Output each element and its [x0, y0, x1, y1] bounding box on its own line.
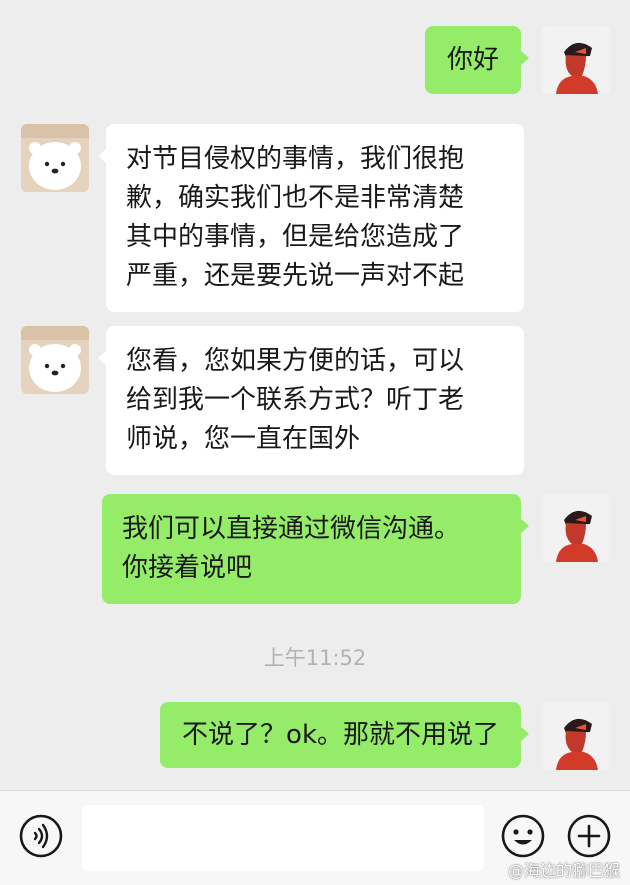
emoji-button[interactable]: [500, 813, 546, 859]
contact-avatar[interactable]: [21, 326, 89, 394]
message-bubble[interactable]: 我们可以直接通过微信沟通。 你接着说吧: [102, 494, 529, 604]
message-bubble[interactable]: 你好: [424, 26, 530, 94]
my-avatar[interactable]: [542, 494, 610, 562]
watermark: @海边的猕巴猴: [507, 861, 620, 880]
emoji-icon: [501, 814, 545, 858]
white-bear-icon: [21, 326, 89, 394]
my-avatar[interactable]: [542, 702, 610, 770]
message-bubble[interactable]: 对节目侵权的事情，我们很抱 歉，确实我们也不是非常清楚 其中的事情，但是给您造成…: [98, 124, 524, 312]
voice-button[interactable]: [18, 813, 64, 859]
contact-avatar[interactable]: [21, 124, 89, 192]
white-bear-icon: [21, 124, 89, 192]
plus-icon: [567, 814, 611, 858]
message-input[interactable]: [82, 805, 484, 871]
red-helmet-figure-icon: [542, 26, 610, 94]
red-helmet-figure-icon: [542, 494, 610, 562]
message-bubble[interactable]: 不说了？ok。那就不用说了: [160, 702, 529, 768]
more-button[interactable]: [566, 813, 612, 859]
timestamp: 上午11:52: [263, 646, 367, 670]
message-bubble[interactable]: 您看，您如果方便的话，可以 给到我一个联系方式？听丁老 师说，您一直在国外: [98, 326, 524, 475]
my-avatar[interactable]: [542, 26, 610, 94]
chat-area[interactable]: 你好 对节目侵权的事情，我们很抱 歉，确实我们也不是非常清楚 其中的事情，但是给…: [0, 0, 630, 790]
red-helmet-figure-icon: [542, 702, 610, 770]
voice-icon: [19, 814, 63, 858]
input-bar: @海边的猕巴猴: [0, 790, 630, 885]
